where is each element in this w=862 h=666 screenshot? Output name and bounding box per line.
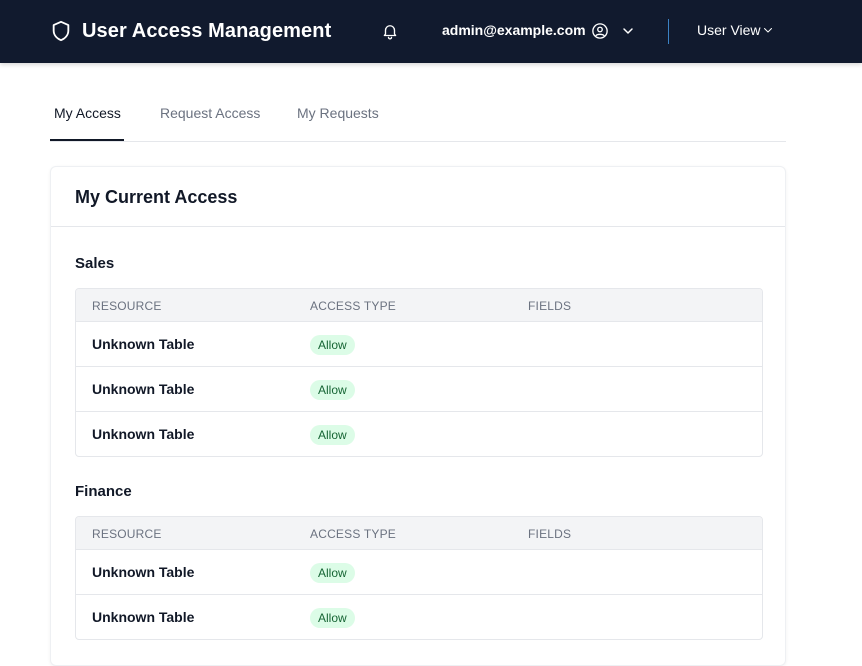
card-header: My Current Access <box>51 167 785 227</box>
column-header-fields: FIELDS <box>528 299 572 313</box>
top-navigation-bar: User Access Management admin@example.com… <box>0 0 862 63</box>
resource-name: Unknown Table <box>92 381 195 397</box>
column-header-access-type: ACCESS TYPE <box>310 527 397 541</box>
access-table-finance: RESOURCE ACCESS TYPE FIELDS Unknown Tabl… <box>75 516 763 640</box>
chevron-down-icon[interactable] <box>620 23 636 39</box>
view-switcher[interactable]: User View <box>697 22 774 38</box>
access-type-badge: Allow <box>310 335 355 355</box>
access-type-badge: Allow <box>310 563 355 583</box>
table-row: Unknown Table Allow <box>76 549 762 594</box>
shield-icon <box>52 20 70 42</box>
table-row: Unknown Table Allow <box>76 594 762 639</box>
table-row: Unknown Table Allow <box>76 411 762 456</box>
resource-name: Unknown Table <box>92 564 195 580</box>
bell-icon[interactable] <box>381 22 399 40</box>
brand: User Access Management <box>50 19 331 43</box>
access-type-badge: Allow <box>310 380 355 400</box>
table-header: RESOURCE ACCESS TYPE FIELDS <box>76 517 762 549</box>
tab-my-access[interactable]: My Access <box>54 105 121 121</box>
column-header-fields: FIELDS <box>528 527 572 541</box>
column-header-access-type: ACCESS TYPE <box>310 299 397 313</box>
table-header: RESOURCE ACCESS TYPE FIELDS <box>76 289 762 321</box>
user-circle-icon[interactable] <box>591 22 609 40</box>
tab-my-requests[interactable]: My Requests <box>297 105 379 121</box>
user-email[interactable]: admin@example.com <box>442 22 586 38</box>
column-header-resource: RESOURCE <box>92 299 162 313</box>
app-title: User Access Management <box>82 19 332 42</box>
view-switcher-label: User View <box>697 22 761 38</box>
access-type-badge: Allow <box>310 425 355 445</box>
current-access-card: My Current Access Sales RESOURCE ACCESS … <box>50 166 786 666</box>
resource-name: Unknown Table <box>92 609 195 625</box>
tab-request-access[interactable]: Request Access <box>160 105 260 121</box>
column-header-resource: RESOURCE <box>92 527 162 541</box>
access-type-badge: Allow <box>310 608 355 628</box>
resource-name: Unknown Table <box>92 426 195 442</box>
header-divider <box>668 19 669 44</box>
group-title-sales: Sales <box>75 255 115 272</box>
card-title: My Current Access <box>75 187 238 207</box>
table-row: Unknown Table Allow <box>76 366 762 411</box>
active-tab-indicator <box>50 139 124 141</box>
chevron-down-icon <box>763 28 772 33</box>
group-title-finance: Finance <box>75 483 132 500</box>
tab-bar: My Access Request Access My Requests <box>50 90 786 142</box>
table-row: Unknown Table Allow <box>76 321 762 366</box>
access-table-sales: RESOURCE ACCESS TYPE FIELDS Unknown Tabl… <box>75 288 763 457</box>
resource-name: Unknown Table <box>92 336 195 352</box>
